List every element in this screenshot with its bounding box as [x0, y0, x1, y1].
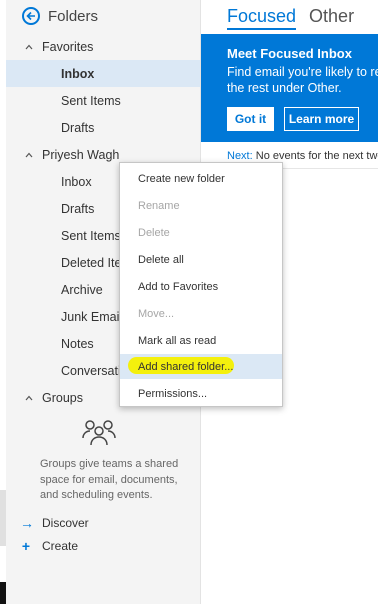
- menu-item-label: Delete all: [138, 253, 184, 266]
- create-label: Create: [42, 539, 79, 553]
- tab-focused[interactable]: Focused: [227, 6, 297, 30]
- banner-title: Meet Focused Inbox: [227, 46, 352, 61]
- folder-label: Drafts: [61, 201, 95, 216]
- menu-item-permissions[interactable]: Permissions...: [120, 381, 282, 406]
- folder-label: Sent Items: [61, 228, 119, 243]
- folder-label: Deleted Items: [61, 255, 119, 270]
- menu-item-create-new-folder[interactable]: Create new folder: [120, 166, 282, 191]
- discover-label: Discover: [42, 516, 89, 530]
- create-group-link[interactable]: + Create: [20, 536, 78, 556]
- folder-label: Conversation History: [61, 363, 119, 378]
- inbox-tabs: Focused Other: [227, 6, 354, 30]
- folders-header: Folders: [22, 7, 98, 25]
- groups-icon: [82, 420, 116, 446]
- menu-item-delete-all[interactable]: Delete all: [120, 247, 282, 272]
- menu-item-label: Permissions...: [138, 387, 208, 400]
- menu-item-add-to-favorites[interactable]: Add to Favorites: [120, 274, 282, 299]
- groups-label: Groups: [42, 390, 83, 405]
- next-label[interactable]: Next:: [227, 150, 253, 162]
- chevron-up-icon: [25, 44, 33, 49]
- favorites-item-inbox[interactable]: Inbox: [6, 60, 200, 87]
- favorites-item-drafts[interactable]: Drafts: [6, 114, 200, 141]
- folder-label: Inbox: [61, 66, 95, 81]
- menu-item-label: Move...: [138, 307, 175, 320]
- folder-label: Archive: [61, 282, 103, 297]
- got-it-button[interactable]: Got it: [227, 107, 274, 131]
- back-arrow-icon[interactable]: [22, 7, 40, 25]
- menu-item-mark-all-as-read[interactable]: Mark all as read: [120, 328, 282, 353]
- folder-label: Drafts: [61, 120, 95, 135]
- favorites-section-header[interactable]: Favorites: [6, 33, 200, 60]
- next-events-text: No events for the next two days.: [255, 150, 378, 162]
- chevron-up-icon: [25, 395, 33, 400]
- arrow-right-icon: →: [20, 515, 34, 531]
- menu-item-label: Mark all as read: [138, 334, 217, 347]
- folders-title: Folders: [48, 7, 99, 25]
- menu-item-label: Rename: [138, 199, 180, 212]
- banner-text-line1: Find email you're likely to read: [227, 65, 378, 79]
- banner-text: Find email you're likely to read the res…: [227, 64, 378, 96]
- folder-label: Junk Email: [61, 309, 119, 324]
- menu-item-label: Add to Favorites: [138, 280, 219, 293]
- menu-item-label: Create new folder: [138, 172, 225, 185]
- account-label: Priyesh Wagh: [42, 147, 120, 162]
- menu-item-move: Move...: [120, 301, 282, 326]
- plus-icon: +: [21, 538, 31, 554]
- folder-label: Notes: [61, 336, 94, 351]
- tab-other[interactable]: Other: [309, 6, 354, 30]
- banner-text-line2: the rest under Other.: [227, 81, 342, 95]
- learn-more-button[interactable]: Learn more: [284, 107, 359, 131]
- menu-item-label: Delete: [138, 226, 170, 239]
- groups-description: Groups give teams a shared space for ema…: [40, 458, 179, 501]
- menu-item-label: Add shared folder...: [138, 360, 234, 373]
- focused-inbox-banner: Meet Focused Inbox Find email you're lik…: [201, 34, 378, 142]
- favorites-label: Favorites: [42, 39, 94, 54]
- favorites-item-sent-items[interactable]: Sent Items: [6, 87, 200, 114]
- discover-groups-link[interactable]: → Discover: [20, 513, 89, 533]
- next-events-line: Next: No events for the next two days.: [227, 150, 378, 162]
- menu-item-rename: Rename: [120, 193, 282, 218]
- chevron-up-icon: [25, 152, 33, 157]
- menu-item-delete: Delete: [120, 220, 282, 245]
- folder-context-menu: Create new folder Rename Delete Delete a…: [119, 162, 283, 407]
- menu-item-add-shared-folder[interactable]: Add shared folder...: [120, 354, 282, 379]
- folder-label: Sent Items: [61, 93, 121, 108]
- folder-label: Inbox: [61, 174, 92, 189]
